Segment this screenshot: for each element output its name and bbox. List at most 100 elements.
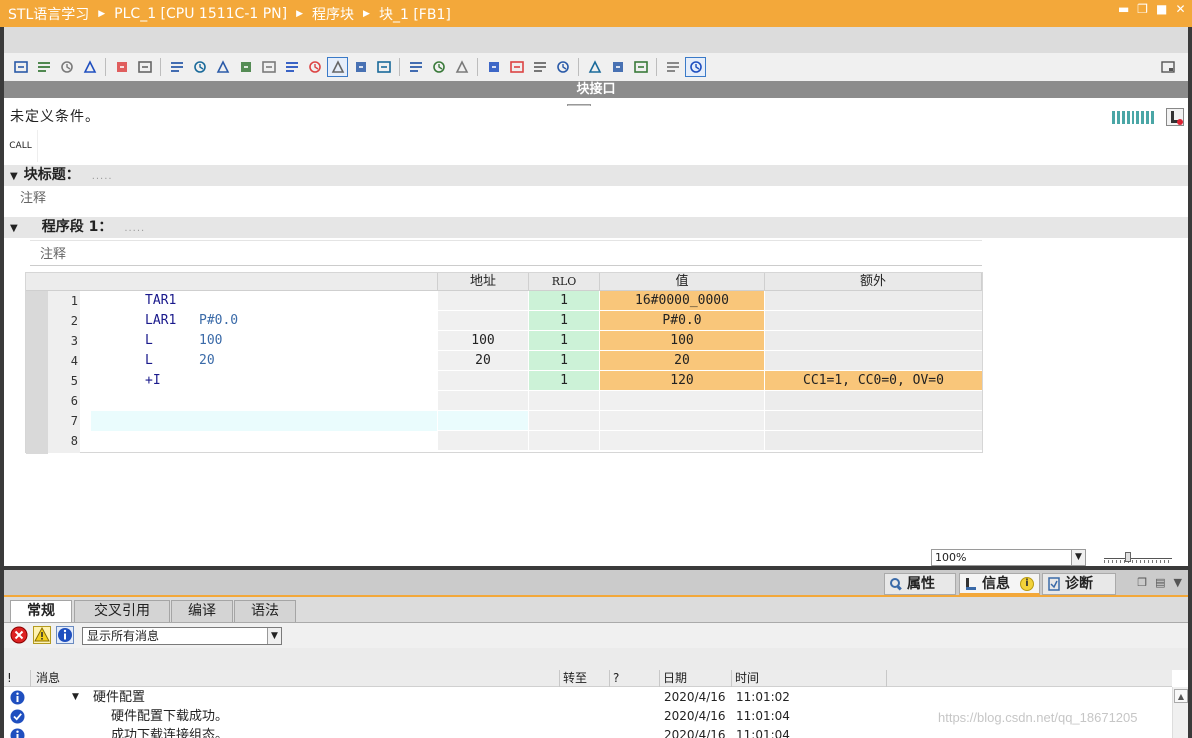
insert-icon[interactable] [327,57,348,77]
stl-instruction[interactable]: L 100 [145,331,222,351]
message-row[interactable]: 成功下载连接组态。 2020/4/16 11:01:04 [4,726,1172,738]
break-icon[interactable] [529,57,550,77]
subtab-cross-reference[interactable]: 交叉引用 [74,600,170,622]
col-help[interactable]: ? [610,670,660,687]
stl-instruction[interactable]: TAR1 [145,291,176,311]
code-row[interactable]: 3 L 100 100 1 100 [26,331,982,351]
code-row[interactable]: 7 [26,411,982,431]
value-cell: 16#0000_0000 [600,291,764,311]
collapse-triangle-icon[interactable]: ▼ [10,166,18,187]
continue-icon[interactable] [552,57,573,77]
close-icon[interactable]: ✕ [1175,3,1186,15]
network-up-icon[interactable] [428,57,449,77]
display-format-icon[interactable] [166,57,187,77]
col-time[interactable]: 时间 [732,670,887,687]
stl-instruction[interactable]: LAR1 P#0.0 [145,311,238,331]
compare-icon[interactable] [607,57,628,77]
code-row[interactable]: 5 +I 1 120 CC1=1, CC0=0, OV=0 [26,371,982,391]
collapse-panel-icon[interactable]: ▼ [1174,576,1182,589]
network-comment[interactable]: 注释 [40,243,66,262]
message-row[interactable]: ▼ 硬件配置 2020/4/16 11:01:02 [4,688,1172,707]
subtab-syntax[interactable]: 语法 [234,600,296,622]
stl-instruction[interactable]: +I [145,371,161,391]
network-down-icon[interactable] [451,57,472,77]
code-row[interactable]: 4 L 20 20 1 20 [26,351,982,371]
set-breakpoint-icon[interactable] [483,57,504,77]
dropdown-arrow-icon[interactable]: ▼ [267,628,281,644]
breadcrumb-block[interactable]: 块_1 [FB1] [379,4,451,24]
line-number: 7 [70,414,78,428]
delete-network-icon[interactable] [33,57,54,77]
warning-filter-icon[interactable] [33,626,51,644]
block-interface-bar[interactable]: 块接口 [4,81,1188,98]
breadcrumb: STL语言学习 ▶ PLC_1 [CPU 1511C-1 PN] ▶ 程序块 ▶… [0,4,451,24]
col-date[interactable]: 日期 [660,670,732,687]
message-scrollbar[interactable]: ▲ [1172,687,1188,738]
zoom-select[interactable]: 100% ▼ [931,549,1086,566]
breadcrumb-project[interactable]: STL语言学习 [8,4,89,24]
comment-icon[interactable] [350,57,371,77]
maximize-panel-icon[interactable]: ▤ [1155,576,1165,589]
monitor-status-icon[interactable] [1166,108,1184,126]
block-title-header[interactable]: ▼ 块标题：..... [4,165,1188,186]
stl-instruction[interactable]: L 20 [145,351,215,371]
error-filter-icon[interactable] [10,626,28,644]
col-message[interactable]: 消息 [33,670,560,687]
network-title-placeholder[interactable]: ..... [124,223,145,234]
go-to-icon[interactable] [584,57,605,77]
show-comments-icon[interactable] [189,57,210,77]
dropdown-arrow-icon[interactable]: ▼ [1071,550,1085,565]
subtab-compile[interactable]: 编译 [171,600,233,622]
tab-info[interactable]: 信息 i [959,573,1040,595]
block-comment[interactable]: 注释 [20,187,46,206]
breadcrumb-program-blocks[interactable]: 程序块 [312,4,354,24]
message-filter-bar: 显示所有消息 ▼ [4,622,1188,648]
step-icon[interactable] [506,57,527,77]
code-row[interactable]: 2 LAR1 P#0.0 1 P#0.0 [26,311,982,331]
expand-triangle-icon[interactable]: ▼ [72,688,79,707]
restore-icon[interactable]: ❐ [1137,3,1148,15]
scroll-up-icon[interactable]: ▲ [1174,689,1188,703]
favorites-icon[interactable] [258,57,279,77]
close-all-networks-icon[interactable] [79,57,100,77]
load-icon[interactable] [630,57,651,77]
splitter-handle[interactable] [567,98,625,124]
tab-properties[interactable]: 属性 [884,573,956,595]
call-structure-icon[interactable] [281,57,302,77]
layout-toggle-icon[interactable] [1157,57,1178,77]
minimize-icon[interactable]: ▬ [1118,3,1129,15]
collapse-triangle-icon[interactable]: ▼ [10,218,18,239]
rlo-cell: 1 [529,351,599,371]
absolute-operands-icon[interactable] [235,57,256,77]
code-row[interactable]: 8 [26,431,982,451]
watch-table-icon[interactable] [685,57,706,77]
insert-row-icon[interactable] [212,57,233,77]
insert-network-icon[interactable] [10,57,31,77]
maximize-icon[interactable]: ■ [1156,3,1167,15]
breadcrumb-plc[interactable]: PLC_1 [CPU 1511C-1 PN] [114,6,287,22]
zoom-slider[interactable] [1104,552,1172,564]
monitoring-icon[interactable] [662,57,683,77]
call-button[interactable]: CALL [4,130,38,162]
slider-knob[interactable] [1125,552,1131,562]
tab-diagnostics[interactable]: 诊断 [1042,573,1116,595]
jump-to-icon[interactable] [111,57,132,77]
code-row[interactable]: 6 [26,391,982,411]
subtab-general[interactable]: 常规 [10,600,72,622]
edit-cursor-row[interactable] [91,411,437,431]
monitor-icon[interactable] [134,57,155,77]
col-severity[interactable]: ! [4,670,31,687]
code-row[interactable]: 1 TAR1 1 16#0000_0000 [26,291,982,311]
col-goto[interactable]: 转至 [560,670,610,687]
float-panel-icon[interactable]: ❐ [1137,576,1147,589]
info-filter-icon[interactable] [56,626,74,644]
show-hide-icon[interactable] [304,57,325,77]
block-title-placeholder[interactable]: ..... [92,171,113,182]
status-icon[interactable] [373,57,394,77]
stl-code-grid: 地址 RLO 值 额外 1 TAR1 1 16#0000_0000 2 LAR1 P#0.0… [25,272,983,454]
message-filter-select[interactable]: 显示所有消息 ▼ [82,627,282,645]
clear-status-icon[interactable] [405,57,426,77]
network-comment-box[interactable] [30,240,982,266]
network-header[interactable]: ▼ 程序段 1：..... [4,217,1188,238]
open-all-networks-icon[interactable] [56,57,77,77]
